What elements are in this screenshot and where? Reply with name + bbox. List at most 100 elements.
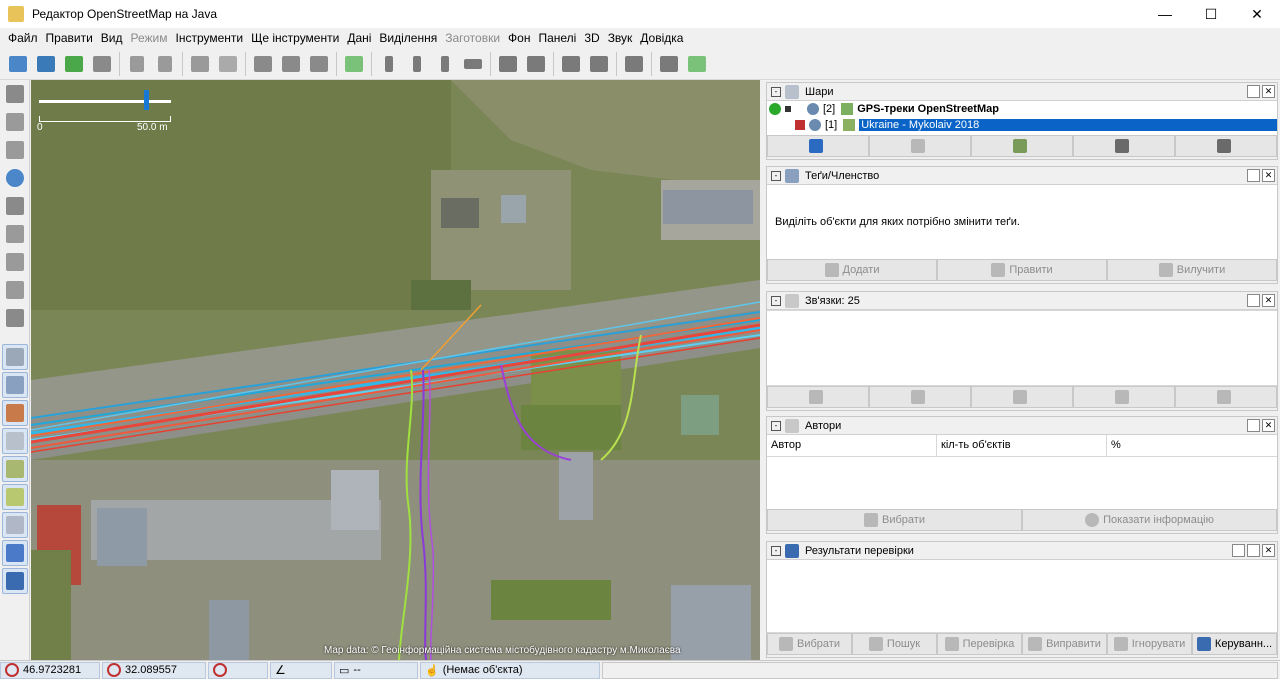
combine-way-button[interactable] [279, 52, 303, 76]
menu-3d[interactable]: 3D [580, 31, 603, 45]
relation-select-button[interactable] [1175, 386, 1277, 408]
parallel-tool[interactable] [2, 221, 28, 247]
undo-button[interactable] [125, 52, 149, 76]
menu-selection[interactable]: Виділення [375, 31, 441, 45]
detach-panel-button[interactable] [1247, 419, 1260, 432]
improve-way-tool[interactable] [2, 277, 28, 303]
collapse-toggle[interactable]: - [771, 295, 781, 306]
refresh-button[interactable] [307, 52, 331, 76]
toggle-imagery-panel[interactable] [2, 484, 28, 510]
detach-panel-button[interactable] [1247, 544, 1260, 557]
preset-bus-button[interactable] [524, 52, 548, 76]
validation-ignore-button[interactable]: Ігнорувати [1107, 633, 1192, 655]
maximize-button[interactable]: ☐ [1188, 0, 1234, 28]
toggle-history-panel[interactable] [2, 456, 28, 482]
select-tool[interactable] [2, 81, 28, 107]
toggle-validation-panel[interactable] [2, 568, 28, 594]
menu-edit[interactable]: Правити [42, 31, 97, 45]
menu-windows[interactable]: Панелі [534, 31, 580, 45]
move-layer-up-button[interactable] [767, 135, 869, 157]
preferences-button[interactable] [188, 52, 212, 76]
validation-fix-button[interactable]: Виправити [1022, 633, 1107, 655]
eye-icon[interactable] [807, 103, 819, 115]
authors-info-button[interactable]: Показати інформацію [1022, 509, 1277, 531]
toggle-filter-panel[interactable] [2, 512, 28, 538]
preset-food-button[interactable] [587, 52, 611, 76]
toggle-selection-panel[interactable] [2, 428, 28, 454]
open-file-button[interactable] [6, 52, 30, 76]
detach-panel-button[interactable] [1247, 85, 1260, 98]
close-panel-button[interactable]: ✕ [1262, 169, 1275, 182]
download-button[interactable] [62, 52, 86, 76]
preset-3-button[interactable] [433, 52, 457, 76]
collapse-toggle[interactable]: - [771, 86, 781, 97]
layer-visibility-button[interactable] [1073, 135, 1175, 157]
preset-4-button[interactable] [461, 52, 485, 76]
redo-button[interactable] [153, 52, 177, 76]
close-panel-button[interactable]: ✕ [1262, 294, 1275, 307]
delete-tag-button[interactable]: Вилучити [1107, 259, 1277, 281]
validation-search-button[interactable]: Пошук [852, 633, 937, 655]
column-author[interactable]: Автор [767, 435, 937, 456]
extrude-tool[interactable] [2, 249, 28, 275]
eye-icon[interactable] [809, 119, 821, 131]
move-layer-down-button[interactable] [869, 135, 971, 157]
relation-properties-button[interactable] [869, 386, 971, 408]
relation-delete-button[interactable] [1073, 386, 1175, 408]
close-button[interactable]: ✕ [1234, 0, 1280, 28]
imagery-button[interactable] [342, 52, 366, 76]
activate-layer-button[interactable] [971, 135, 1073, 157]
preset-castle-button[interactable] [622, 52, 646, 76]
column-object-count[interactable]: кіл-ть об'єктів [937, 435, 1107, 456]
relation-duplicate-button[interactable] [971, 386, 1073, 408]
add-tag-button[interactable]: Додати [767, 259, 937, 281]
validation-select-button[interactable]: Вибрати [767, 633, 852, 655]
collapse-toggle[interactable]: - [771, 170, 781, 181]
preset-car-button[interactable] [496, 52, 520, 76]
split-way-button[interactable] [251, 52, 275, 76]
upload-button[interactable] [90, 52, 114, 76]
close-panel-button[interactable]: ✕ [1262, 85, 1275, 98]
tag-check-button[interactable] [216, 52, 240, 76]
authors-select-button[interactable]: Вибрати [767, 509, 1022, 531]
close-panel-button[interactable]: ✕ [1262, 419, 1275, 432]
menu-file[interactable]: Файл [4, 31, 42, 45]
building-tool[interactable] [2, 305, 28, 331]
collapse-toggle[interactable]: - [771, 420, 781, 431]
menu-help[interactable]: Довідка [636, 31, 687, 45]
menu-audio[interactable]: Звук [604, 31, 637, 45]
settings-panel-button[interactable] [1232, 544, 1245, 557]
draw-tool[interactable] [2, 137, 28, 163]
menu-tools[interactable]: Інструменти [171, 31, 247, 45]
preset-2-button[interactable] [405, 52, 429, 76]
menu-mode[interactable]: Режим [126, 31, 171, 45]
toggle-layers-panel[interactable] [2, 344, 28, 370]
detach-panel-button[interactable] [1247, 294, 1260, 307]
preset-1-button[interactable] [377, 52, 401, 76]
preset-industrial-button[interactable] [657, 52, 681, 76]
layer-row-imagery[interactable]: [1] Ukraine - Mykolaiv 2018 [767, 117, 1277, 133]
menu-imagery[interactable]: Фон [504, 31, 534, 45]
delete-layer-button[interactable] [1175, 135, 1277, 157]
menu-more-tools[interactable]: Ще інструменти [247, 31, 343, 45]
preset-barrier-button[interactable] [559, 52, 583, 76]
menu-view[interactable]: Вид [97, 31, 127, 45]
menu-data[interactable]: Дані [343, 31, 375, 45]
lasso-tool[interactable] [2, 109, 28, 135]
zoom-slider-knob[interactable] [144, 90, 149, 110]
close-panel-button[interactable]: ✕ [1262, 544, 1275, 557]
map-view[interactable]: 0 50.0 m Map data: © Геоінформаційна сис… [31, 80, 760, 660]
layer-row-gps[interactable]: [2] GPS-треки OpenStreetMap [767, 101, 1277, 117]
validation-manage-button[interactable]: Керуванн... [1192, 633, 1277, 655]
toggle-conflict-panel[interactable] [2, 540, 28, 566]
open-location-button[interactable] [34, 52, 58, 76]
detach-panel-button[interactable] [1247, 169, 1260, 182]
toggle-relations-panel[interactable] [2, 400, 28, 426]
collapse-toggle[interactable]: - [771, 545, 781, 556]
minimize-button[interactable]: — [1142, 0, 1188, 28]
toggle-tags-panel[interactable] [2, 372, 28, 398]
validation-check-button[interactable]: Перевірка [937, 633, 1022, 655]
column-percent[interactable]: % [1107, 435, 1277, 456]
zoom-tool[interactable] [2, 165, 28, 191]
relation-edit-button[interactable] [767, 386, 869, 408]
